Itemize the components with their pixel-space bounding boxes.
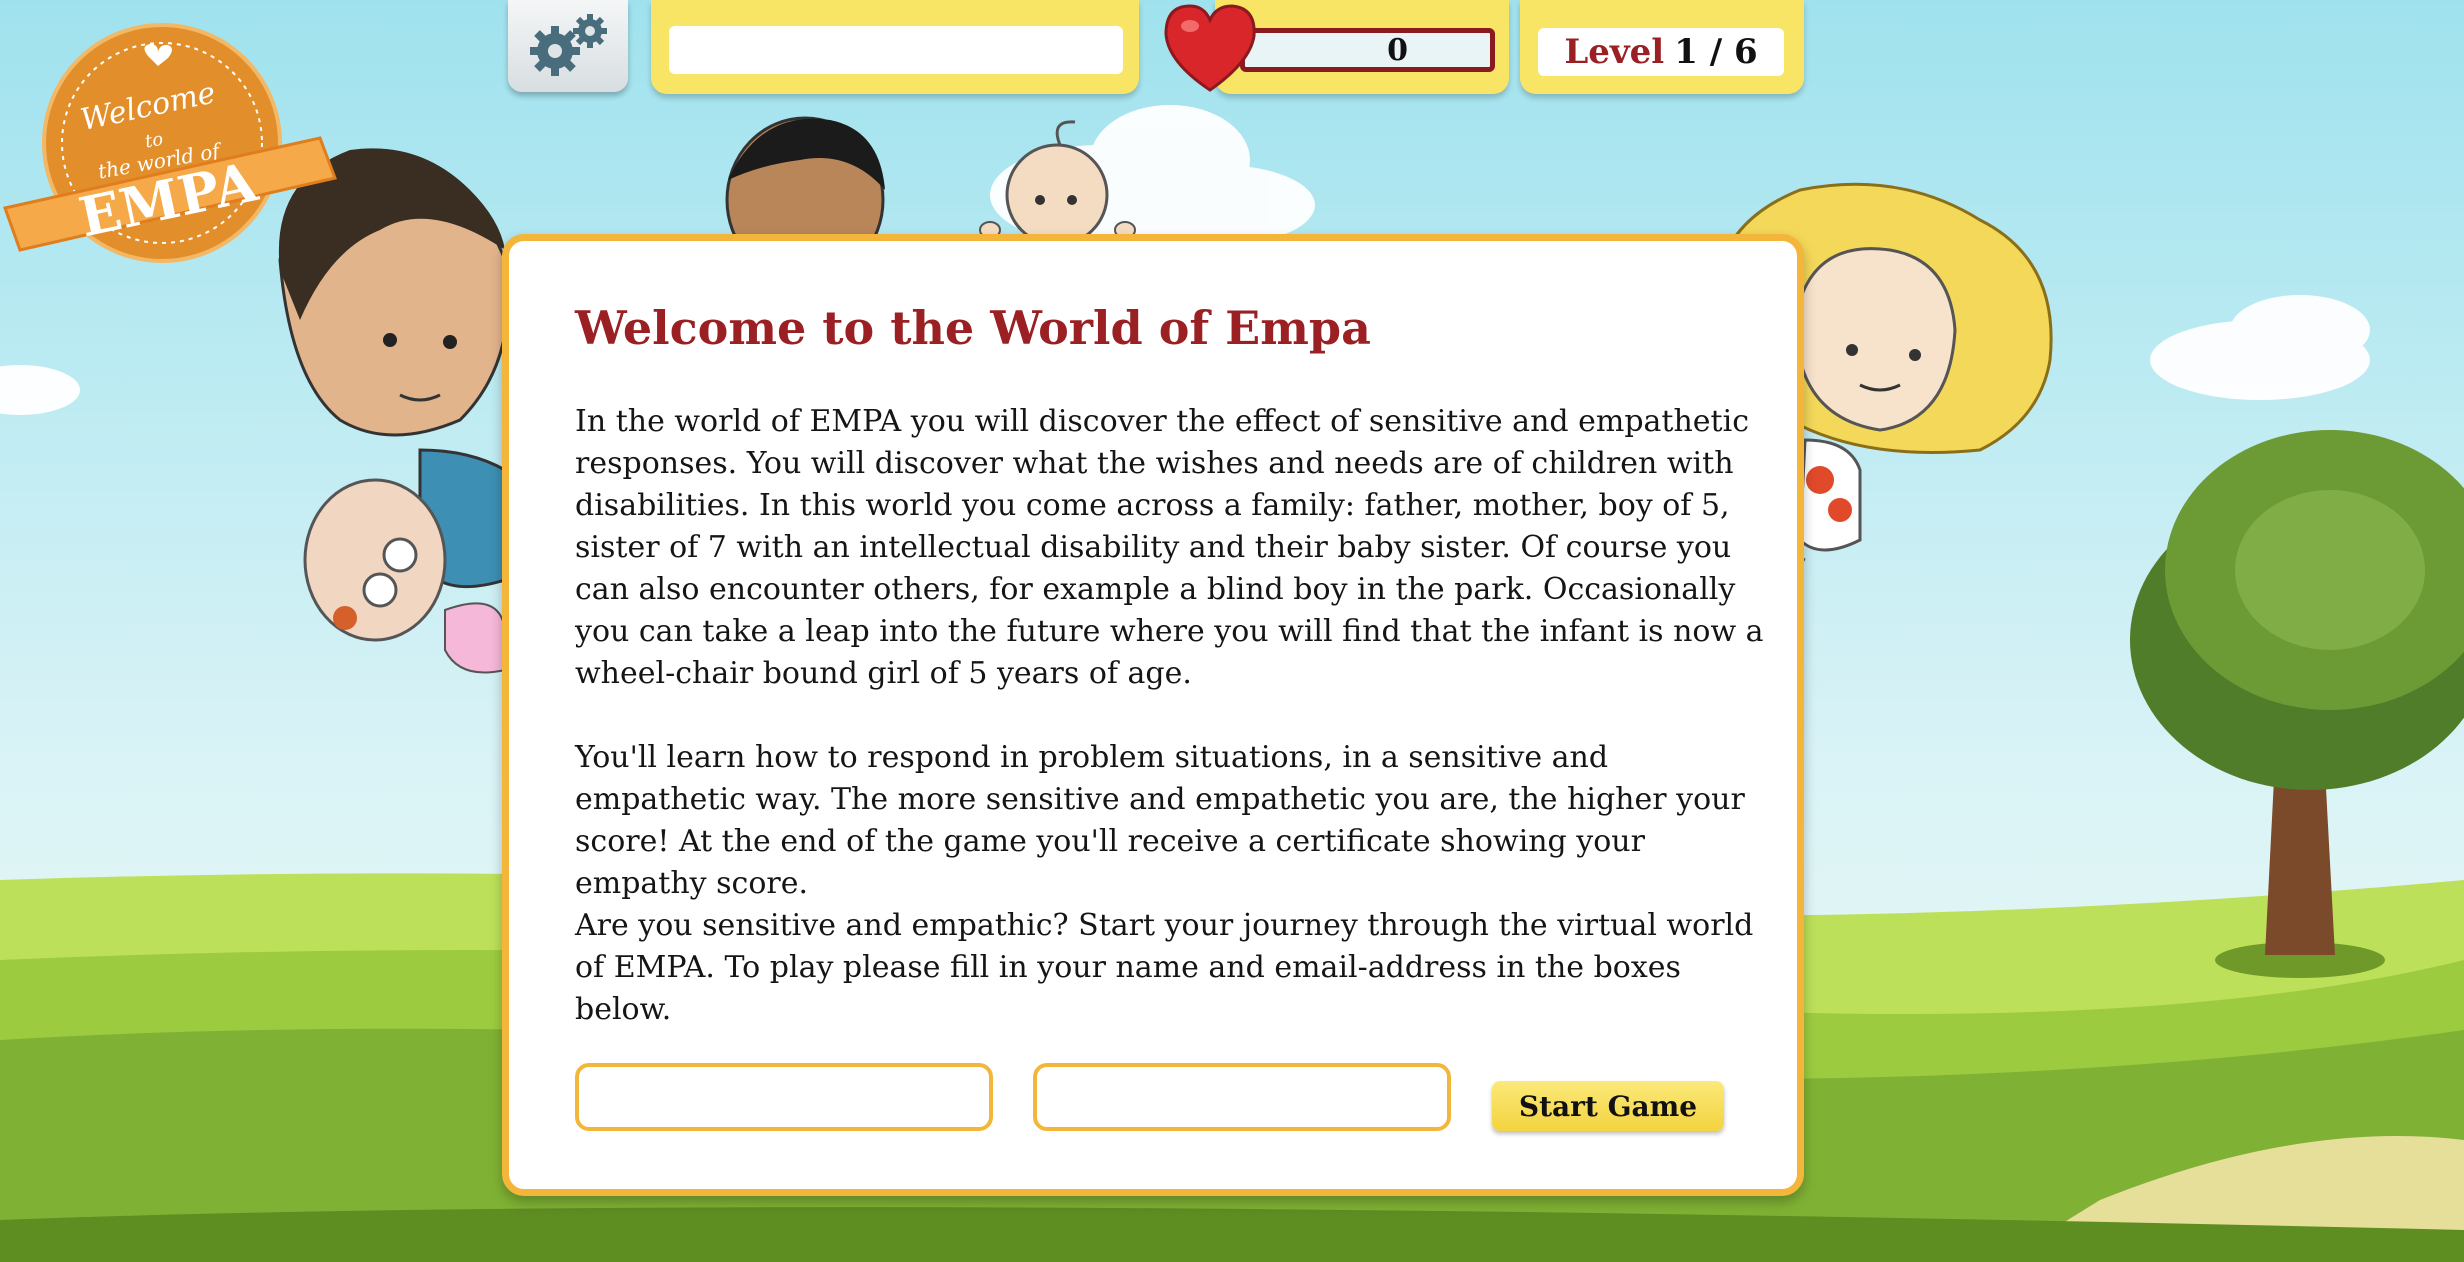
intro-paragraph-3: Are you sensitive and empathic? Start yo… bbox=[575, 908, 1754, 1027]
player-name-display bbox=[669, 26, 1123, 74]
name-input[interactable] bbox=[575, 1063, 993, 1131]
start-game-button[interactable]: Start Game bbox=[1492, 1081, 1724, 1131]
level-value: 1 / 6 bbox=[1674, 32, 1758, 72]
heart-icon bbox=[1164, 4, 1256, 92]
player-name-panel bbox=[651, 0, 1139, 94]
welcome-badge: Welcome to the world of EMPA bbox=[0, 18, 350, 272]
level-panel: Level 1 / 6 bbox=[1520, 0, 1804, 94]
intro-paragraph-2: You'll learn how to respond in problem s… bbox=[575, 740, 1745, 901]
level-display: Level 1 / 6 bbox=[1538, 28, 1784, 76]
settings-button[interactable] bbox=[508, 0, 628, 92]
score-bar: 0 bbox=[1240, 28, 1495, 72]
dialog-title: Welcome to the World of Empa bbox=[575, 301, 1371, 355]
welcome-dialog: Welcome to the World of Empa In the worl… bbox=[502, 234, 1804, 1196]
intro-paragraph-1: In the world of EMPA you will discover t… bbox=[575, 404, 1764, 691]
score-value: 0 bbox=[1387, 32, 1408, 68]
level-label: Level bbox=[1564, 32, 1665, 72]
gear-icon bbox=[530, 14, 607, 76]
email-input[interactable] bbox=[1033, 1063, 1451, 1131]
